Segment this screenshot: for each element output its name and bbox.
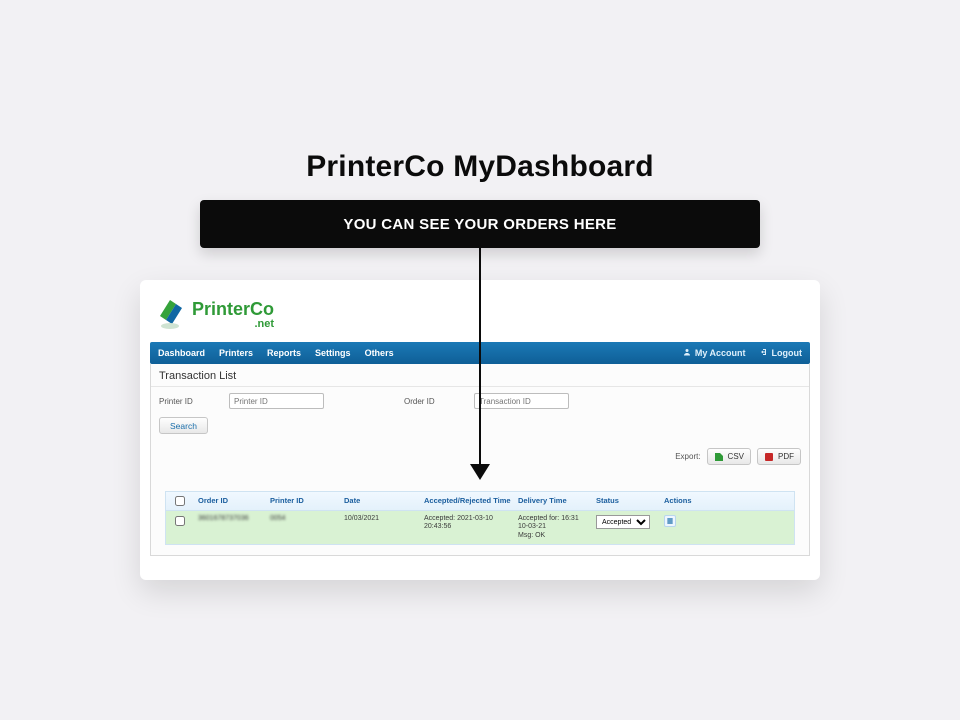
cell-order-id: 3601678737036: [194, 511, 266, 544]
logout-label: Logout: [772, 348, 803, 358]
search-button[interactable]: Search: [159, 417, 208, 434]
logo-sub: .net: [254, 319, 274, 330]
logout-icon: [760, 348, 768, 358]
menu-dashboard[interactable]: Dashboard: [158, 348, 205, 358]
transactions-table: Order ID Printer ID Date Accepted/Reject…: [165, 491, 795, 545]
cell-delivery-time: Accepted for: 16:31 10-03-21 Msg: OK: [514, 511, 592, 544]
cell-actions: [660, 511, 714, 544]
export-label: Export:: [675, 452, 700, 461]
order-id-label: Order ID: [404, 397, 464, 406]
printer-id-label: Printer ID: [159, 397, 219, 406]
menu-printers[interactable]: Printers: [219, 348, 253, 358]
logo-text: PrinterCo .net: [192, 300, 274, 330]
cell-accepted-rejected-time: Accepted: 2021-03-10 20:43:56: [420, 511, 514, 544]
orders-banner: YOU CAN SEE YOUR ORDERS HERE: [200, 200, 760, 248]
pdf-icon: [764, 452, 774, 462]
cell-printer-id: 0054: [266, 511, 340, 544]
row-action-button[interactable]: [664, 515, 676, 527]
logo-brand-a: Printer: [192, 299, 250, 319]
th-status[interactable]: Status: [592, 492, 660, 510]
cell-status: Accepted Rejected: [592, 511, 660, 544]
menu-reports[interactable]: Reports: [267, 348, 301, 358]
arrow-line: [479, 248, 481, 466]
table-row: 3601678737036 0054 10/03/2021 Accepted: …: [166, 511, 794, 544]
export-pdf-button[interactable]: PDF: [757, 448, 801, 465]
export-pdf-label: PDF: [778, 452, 794, 461]
th-order-id[interactable]: Order ID: [194, 492, 266, 510]
table-header-row: Order ID Printer ID Date Accepted/Reject…: [166, 492, 794, 511]
logo-mark-icon: [156, 298, 186, 332]
cell-delivery-top: Accepted for: 16:31 10-03-21: [518, 515, 588, 532]
csv-icon: [714, 452, 724, 462]
th-delivery-time[interactable]: Delivery Time: [514, 492, 592, 510]
menu-others[interactable]: Others: [365, 348, 394, 358]
select-all-checkbox[interactable]: [175, 496, 185, 506]
export-csv-label: CSV: [728, 452, 744, 461]
export-csv-button[interactable]: CSV: [707, 448, 751, 465]
my-account-label: My Account: [695, 348, 746, 358]
logo-brand-b: Co: [250, 299, 274, 319]
th-printer-id[interactable]: Printer ID: [266, 492, 340, 510]
cell-delivery-bot: Msg: OK: [518, 532, 588, 540]
menu-settings[interactable]: Settings: [315, 348, 351, 358]
arrow-head-icon: [470, 464, 490, 480]
user-icon: [683, 348, 691, 358]
th-actions: Actions: [660, 492, 714, 510]
th-date[interactable]: Date: [340, 492, 420, 510]
row-checkbox[interactable]: [175, 516, 185, 526]
my-account-link[interactable]: My Account: [683, 348, 746, 358]
printer-id-input[interactable]: [229, 393, 324, 409]
logout-link[interactable]: Logout: [760, 348, 803, 358]
th-accepted-rejected-time[interactable]: Accepted/Rejected Time: [420, 492, 514, 510]
cell-date: 10/03/2021: [340, 511, 420, 544]
page-headline: PrinterCo MyDashboard: [0, 150, 960, 184]
order-id-input[interactable]: [474, 393, 569, 409]
status-select[interactable]: Accepted Rejected: [596, 515, 650, 529]
